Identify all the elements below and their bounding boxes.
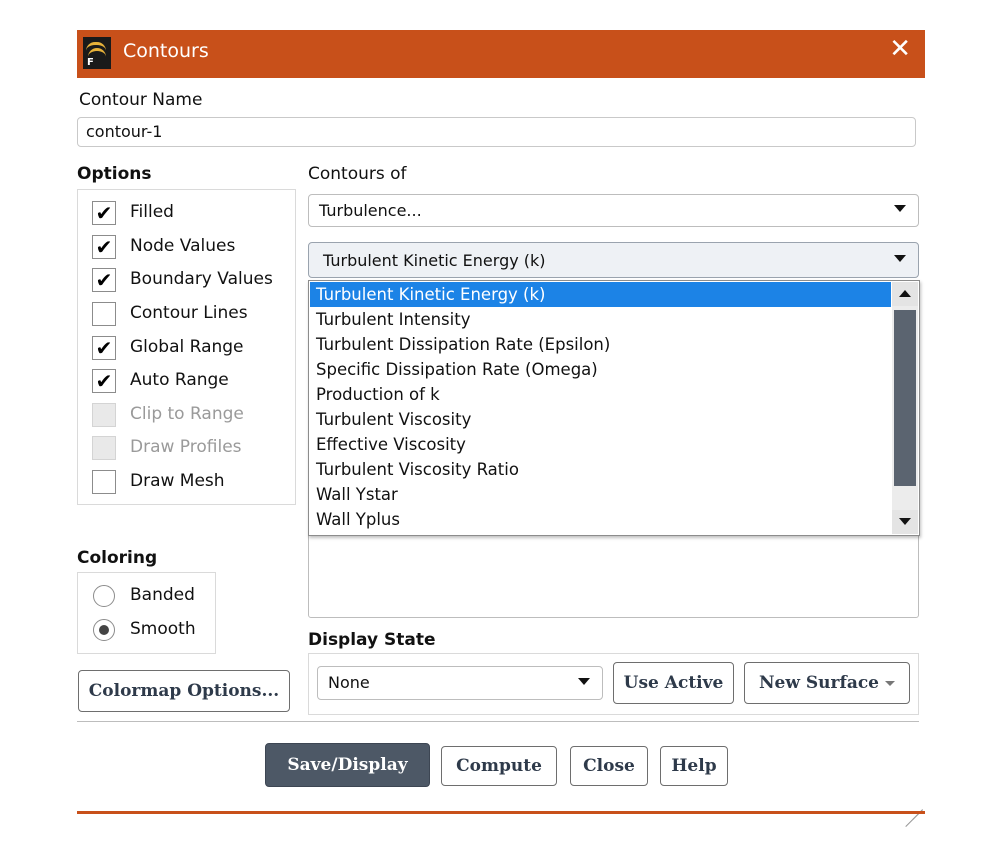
option-label: Contour Lines — [130, 303, 248, 323]
colormap-options-button[interactable]: Colormap Options... — [78, 670, 290, 712]
dropdown-option[interactable]: Turbulent Viscosity Ratio — [310, 457, 891, 482]
scroll-down-icon[interactable] — [892, 510, 918, 534]
dropdown-option[interactable]: Effective Viscosity — [310, 432, 891, 457]
window-title: Contours — [123, 40, 209, 62]
fluent-app-icon: F — [83, 37, 111, 69]
display-state-value: None — [328, 673, 370, 692]
dropdown-scrollbar[interactable] — [892, 282, 918, 534]
option-label: Boundary Values — [130, 269, 273, 289]
smooth-label: Smooth — [130, 619, 196, 639]
variable-dropdown-list[interactable]: Turbulent Kinetic Energy (k) Turbulent I… — [308, 280, 920, 536]
contours-category-select[interactable]: Turbulence... — [308, 194, 919, 227]
options-group: ✔ Filled ✔ Node Values ✔ Boundary Values… — [77, 189, 296, 505]
dropdown-option[interactable]: Wall Yplus — [310, 507, 891, 532]
scrollbar-thumb[interactable] — [894, 310, 916, 486]
banded-radio[interactable] — [93, 585, 115, 607]
display-state-select[interactable]: None — [317, 666, 603, 700]
coloring-group: Banded Smooth — [77, 572, 216, 654]
draw-mesh-checkbox[interactable] — [92, 470, 116, 494]
coloring-heading: Coloring — [77, 548, 158, 568]
chevron-down-icon — [885, 681, 895, 686]
save-display-button[interactable]: Save/Display — [265, 743, 430, 787]
chevron-down-icon — [578, 678, 590, 685]
auto-range-checkbox[interactable]: ✔ — [92, 369, 116, 393]
banded-label: Banded — [130, 585, 195, 605]
options-heading: Options — [77, 164, 152, 184]
option-label: Global Range — [130, 337, 244, 357]
resize-grip-icon[interactable] — [905, 792, 923, 827]
option-label: Clip to Range — [130, 404, 244, 424]
footer-divider — [77, 721, 919, 722]
global-range-checkbox[interactable]: ✔ — [92, 336, 116, 360]
option-label: Auto Range — [130, 370, 229, 390]
boundary-values-checkbox[interactable]: ✔ — [92, 268, 116, 292]
option-label: Draw Mesh — [130, 471, 225, 491]
contour-name-input[interactable]: contour-1 — [77, 117, 916, 147]
option-label: Draw Profiles — [130, 437, 242, 457]
dropdown-option[interactable]: Production of k — [310, 382, 891, 407]
contours-of-label: Contours of — [308, 164, 407, 184]
category-value: Turbulence... — [319, 201, 422, 220]
smooth-radio[interactable] — [93, 619, 115, 641]
contour-lines-checkbox[interactable] — [92, 302, 116, 326]
option-label: Filled — [130, 202, 174, 222]
new-surface-label: New Surface — [759, 673, 879, 693]
scroll-up-icon[interactable] — [892, 282, 918, 306]
close-icon[interactable]: ✕ — [889, 36, 911, 62]
variable-value: Turbulent Kinetic Energy (k) — [323, 251, 546, 270]
dropdown-option[interactable]: Turbulent Dissipation Rate (Epsilon) — [310, 332, 891, 357]
display-state-group: None Use Active New Surface — [308, 653, 919, 715]
window-bottom-edge — [77, 811, 925, 814]
contours-dialog: F Contours ✕ Contour Name contour-1 Opti… — [77, 30, 925, 827]
draw-profiles-checkbox — [92, 436, 116, 460]
close-button[interactable]: Close — [570, 746, 648, 786]
new-surface-button[interactable]: New Surface — [744, 662, 910, 704]
dropdown-option[interactable]: Turbulent Intensity — [310, 307, 891, 332]
dropdown-option[interactable]: Turbulent Viscosity — [310, 407, 891, 432]
compute-button[interactable]: Compute — [441, 746, 557, 786]
title-bar[interactable]: F Contours ✕ — [77, 30, 925, 78]
app-icon-letter: F — [87, 57, 94, 68]
contour-name-label: Contour Name — [79, 90, 203, 110]
dropdown-option[interactable]: Wall Ystar — [310, 482, 891, 507]
contours-variable-select[interactable]: Turbulent Kinetic Energy (k) — [308, 242, 919, 278]
use-active-button[interactable]: Use Active — [613, 662, 734, 704]
chevron-down-icon — [894, 205, 906, 212]
node-values-checkbox[interactable]: ✔ — [92, 235, 116, 259]
help-button[interactable]: Help — [660, 746, 728, 786]
chevron-down-icon — [894, 255, 906, 262]
display-state-heading: Display State — [308, 630, 436, 650]
filled-checkbox[interactable]: ✔ — [92, 201, 116, 225]
dropdown-option[interactable]: Turbulent Kinetic Energy (k) — [310, 282, 891, 307]
dropdown-option[interactable]: Specific Dissipation Rate (Omega) — [310, 357, 891, 382]
option-label: Node Values — [130, 236, 236, 256]
clip-to-range-checkbox — [92, 403, 116, 427]
